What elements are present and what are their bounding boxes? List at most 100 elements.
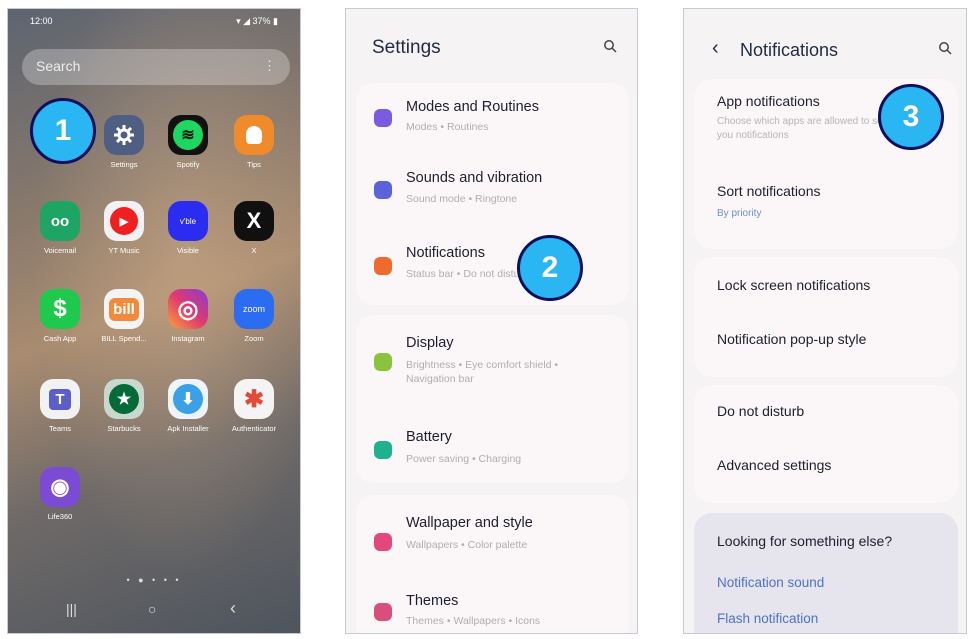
- settings-item-themes[interactable]: Themes Themes • Wallpapers • Icons: [356, 577, 629, 633]
- app-label: Settings: [110, 160, 138, 169]
- page-title: Notifications: [740, 40, 839, 60]
- search-placeholder: Search: [36, 58, 81, 74]
- item-subtitle: Navigation bar: [406, 373, 474, 385]
- app-apk-installer[interactable]: ⬇ Apk Installer: [158, 379, 218, 433]
- do-not-disturb-item[interactable]: Do not disturb: [717, 403, 804, 419]
- app-label: X: [251, 246, 257, 255]
- notifications-card: [694, 257, 958, 377]
- item-title: Modes and Routines: [406, 99, 539, 115]
- looking-heading: Looking for something else?: [717, 533, 893, 549]
- app-label: Voicemail: [43, 246, 77, 255]
- spotify-icon: ≋: [168, 115, 208, 155]
- sort-notifications-item[interactable]: Sort notifications: [717, 183, 821, 199]
- app-label: Instagram: [171, 334, 205, 343]
- search-icon[interactable]: [938, 41, 952, 60]
- search-menu-icon[interactable]: ⋮: [263, 58, 276, 74]
- app-label: Apk Installer: [167, 424, 209, 433]
- item-title: Themes: [406, 593, 459, 609]
- popup-style-item[interactable]: Notification pop-up style: [717, 331, 866, 347]
- app-label: BILL Spend...: [101, 334, 147, 343]
- page-indicator: • ● • • •: [126, 575, 182, 585]
- step-badge-1: 1: [30, 98, 96, 164]
- app-x[interactable]: X X: [224, 201, 284, 255]
- app-notifications-sub: Choose which apps are allowed to send: [717, 116, 894, 127]
- app-label: Starbucks: [107, 424, 141, 433]
- item-subtitle: Status bar • Do not disturb: [406, 268, 529, 280]
- item-subtitle: Power saving • Charging: [406, 453, 522, 465]
- settings-item-modes[interactable]: Modes and Routines Modes • Routines: [356, 83, 629, 155]
- app-label: Teams: [48, 424, 72, 433]
- app-spotify[interactable]: ≋ Spotify: [158, 115, 218, 169]
- app-yt-music[interactable]: ▶ YT Music: [94, 201, 154, 255]
- app-label: Spotify: [176, 160, 200, 169]
- starbucks-icon: ★: [104, 379, 144, 419]
- app-tips[interactable]: Tips: [224, 115, 284, 169]
- app-teams[interactable]: T Teams: [30, 379, 90, 433]
- app-cash-app[interactable]: $ Cash App: [30, 289, 90, 343]
- app-visible[interactable]: v'ble Visible: [158, 201, 218, 255]
- status-bar: 12:00 ▾ ◢ 37% ▮: [26, 15, 282, 29]
- zoom-icon: zoom: [234, 289, 274, 329]
- x-logo-icon: X: [234, 201, 274, 241]
- page-title: Settings: [372, 37, 441, 58]
- item-title: Wallpaper and style: [406, 515, 533, 531]
- settings-item-display[interactable]: Display Brightness • Eye comfort shield …: [356, 315, 629, 407]
- app-label: Cash App: [43, 334, 77, 343]
- themes-icon: [374, 603, 392, 621]
- item-subtitle: Wallpapers • Color palette: [406, 539, 528, 551]
- back-arrow-icon[interactable]: ‹: [712, 37, 719, 60]
- gear-icon: [104, 115, 144, 155]
- instagram-icon: ◎: [168, 289, 208, 329]
- item-title: Display: [406, 335, 454, 351]
- app-voicemail[interactable]: oo Voicemail: [30, 201, 90, 255]
- settings-card: Modes and Routines Modes • Routines Soun…: [356, 83, 629, 305]
- notification-sound-link[interactable]: Notification sound: [717, 575, 824, 590]
- app-instagram[interactable]: ◎ Instagram: [158, 289, 218, 343]
- settings-panel: Settings Modes and Routines Modes • Rout…: [345, 8, 638, 634]
- app-bill[interactable]: bill BILL Spend...: [94, 289, 154, 343]
- app-life360[interactable]: ◉ Life360: [30, 467, 90, 521]
- app-label: Zoom: [244, 334, 264, 343]
- settings-item-sounds[interactable]: Sounds and vibration Sound mode • Ringto…: [356, 155, 629, 229]
- app-settings[interactable]: Settings: [94, 115, 154, 169]
- item-subtitle: Brightness • Eye comfort shield •: [406, 359, 559, 371]
- app-zoom[interactable]: zoom Zoom: [224, 289, 284, 343]
- download-icon: ⬇: [168, 379, 208, 419]
- search-icon[interactable]: [603, 39, 617, 58]
- app-starbucks[interactable]: ★ Starbucks: [94, 379, 154, 433]
- settings-card: Wallpaper and style Wallpapers • Color p…: [356, 495, 629, 633]
- settings-item-notifications[interactable]: Notifications Status bar • Do not distur…: [356, 229, 629, 305]
- status-time: 12:00: [30, 16, 53, 26]
- yt-music-icon: ▶: [104, 201, 144, 241]
- home-icon[interactable]: ○: [148, 601, 156, 617]
- notifications-header: ‹ Notifications: [684, 9, 966, 75]
- home-search-bar[interactable]: Search ⋮: [22, 49, 290, 85]
- advanced-settings-item[interactable]: Advanced settings: [717, 457, 831, 473]
- speaker-icon: [374, 181, 392, 199]
- teams-icon: T: [40, 379, 80, 419]
- flash-notification-link[interactable]: Flash notification: [717, 611, 818, 626]
- recents-icon[interactable]: |||: [66, 601, 77, 617]
- dollar-icon: $: [40, 289, 80, 329]
- authenticator-icon: ✱: [234, 379, 274, 419]
- app-authenticator[interactable]: ✱ Authenticator: [224, 379, 284, 433]
- app-label: Authenticator: [231, 424, 277, 433]
- lightbulb-icon: [234, 115, 274, 155]
- step-badge-3: 3: [878, 84, 944, 150]
- step-badge-2: 2: [517, 235, 583, 301]
- app-label: Tips: [247, 160, 261, 169]
- sort-notifications-sub: By priority: [717, 208, 762, 219]
- app-notifications-sub: you notifications: [717, 130, 789, 141]
- wallpaper-icon: [374, 533, 392, 551]
- settings-item-battery[interactable]: Battery Power saving • Charging: [356, 409, 629, 483]
- back-icon[interactable]: ‹: [230, 598, 236, 619]
- app-notifications-item[interactable]: App notifications: [717, 93, 820, 109]
- item-subtitle: Modes • Routines: [406, 121, 489, 133]
- app-label: Visible: [177, 246, 199, 255]
- lock-screen-notifications-item[interactable]: Lock screen notifications: [717, 277, 870, 293]
- battery-icon: [374, 441, 392, 459]
- voicemail-icon: oo: [40, 201, 80, 241]
- bell-icon: [374, 257, 392, 275]
- app-label: YT Music: [108, 246, 140, 255]
- settings-item-wallpaper[interactable]: Wallpaper and style Wallpapers • Color p…: [356, 495, 629, 569]
